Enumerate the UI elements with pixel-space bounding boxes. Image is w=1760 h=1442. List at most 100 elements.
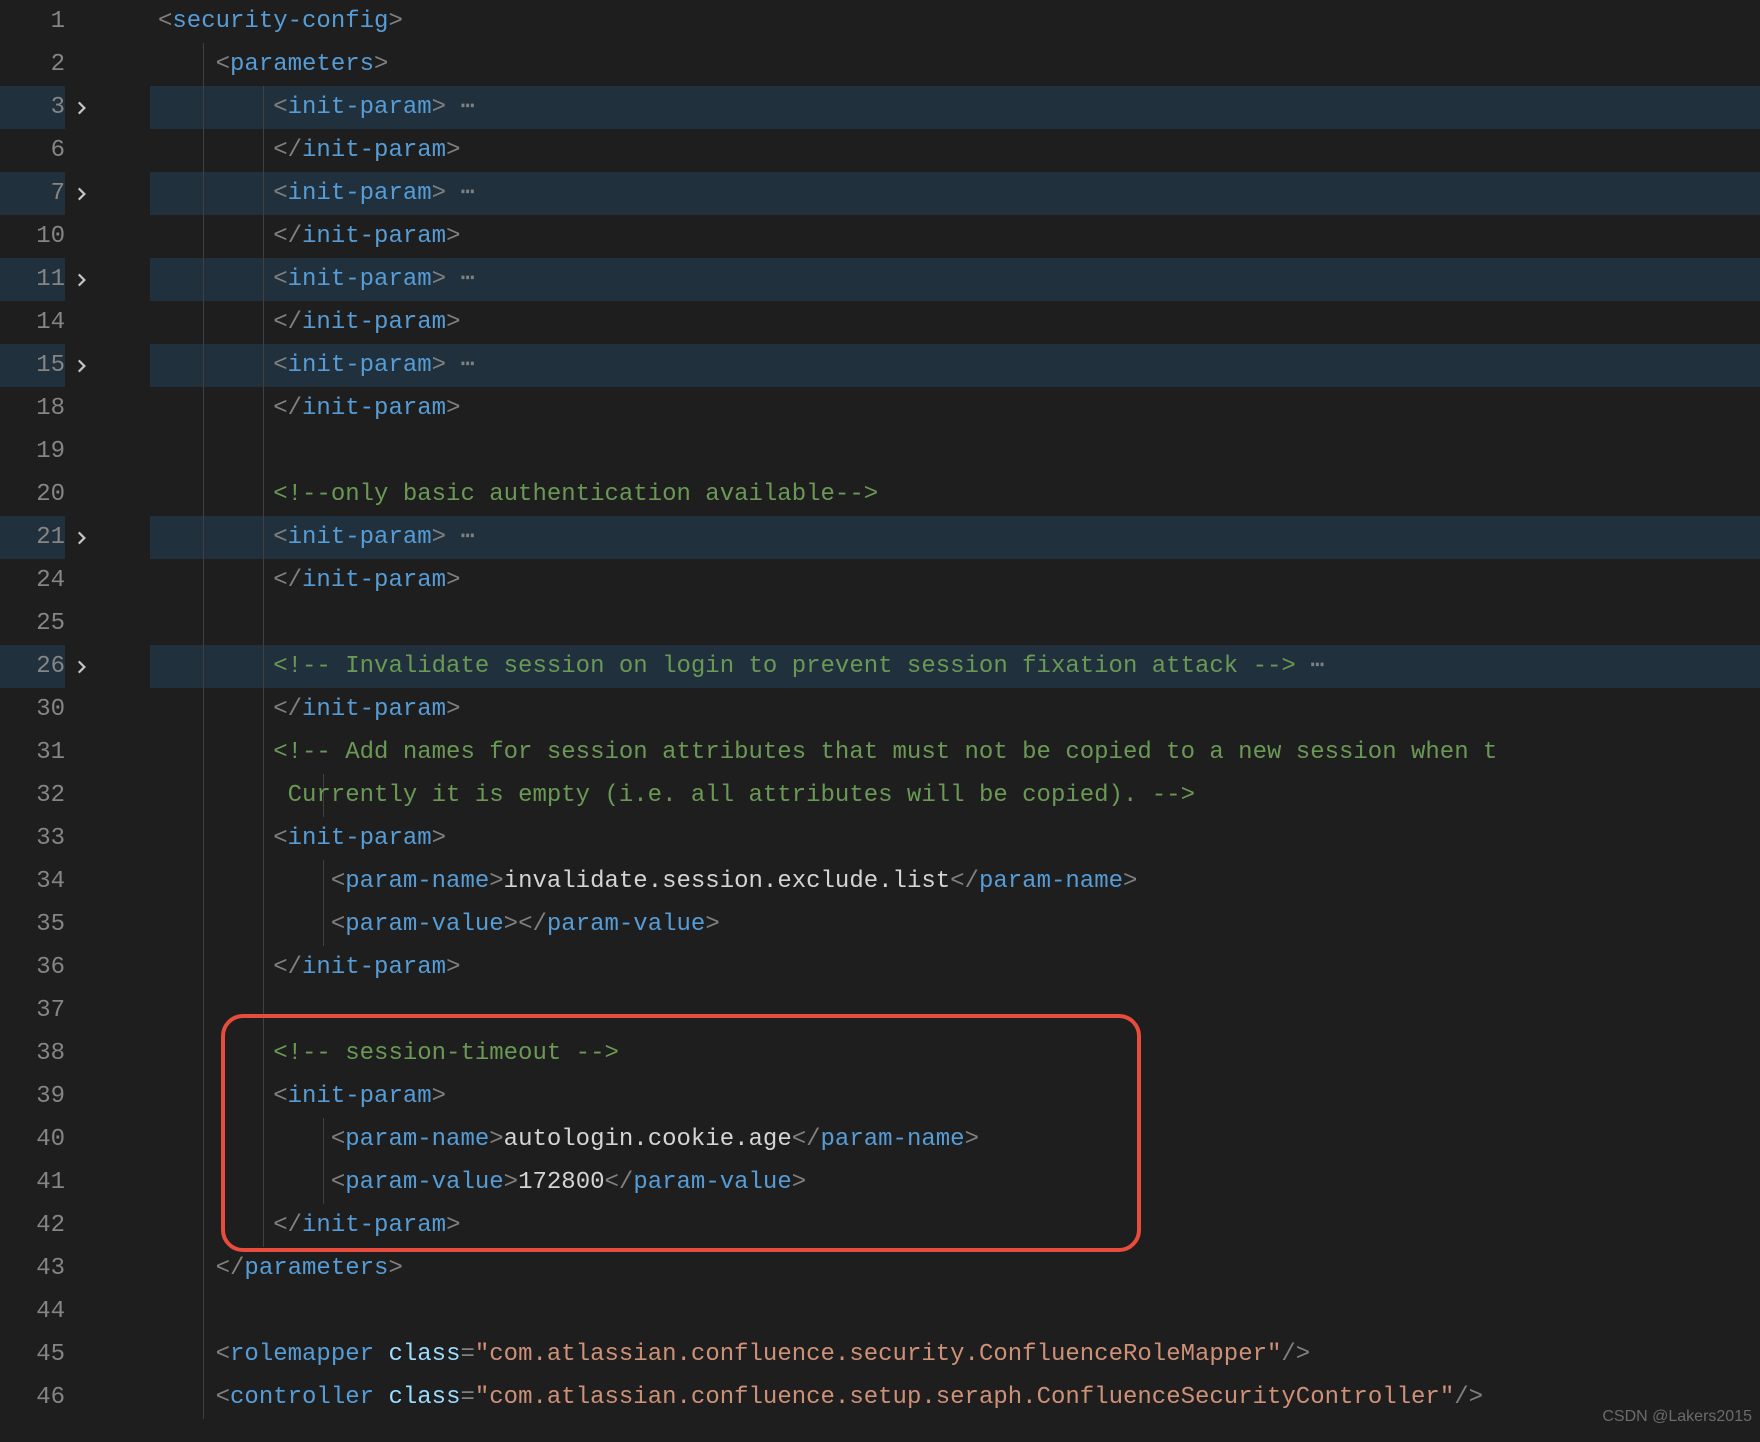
code-line[interactable]: <init-param> ⋯ [150, 172, 1760, 215]
token-text [158, 94, 273, 121]
code-line[interactable]: </init-param> [150, 946, 1760, 989]
fold-chevron-icon[interactable] [67, 516, 95, 559]
indent-guide [203, 989, 204, 1032]
code-line[interactable]: <init-param> [150, 817, 1760, 860]
gutter-row: 6 [0, 129, 65, 172]
token-tag: param-value [345, 911, 503, 938]
code-line[interactable]: <!--only basic authentication available-… [150, 473, 1760, 516]
gutter-row: 35 [0, 903, 65, 946]
code-line[interactable]: <param-name>autologin.cookie.age</param-… [150, 1118, 1760, 1161]
code-line[interactable] [150, 602, 1760, 645]
fold-chevron-icon[interactable] [67, 86, 95, 129]
code-line[interactable] [150, 989, 1760, 1032]
token-punct: < [273, 524, 287, 551]
code-line[interactable]: <security-config> [150, 0, 1760, 43]
gutter-row: 31 [0, 731, 65, 774]
line-content: <!-- session-timeout --> [158, 1040, 619, 1067]
gutter-row: 43 [0, 1247, 65, 1290]
token-punct: > [1123, 868, 1137, 895]
gutter-row: 41 [0, 1161, 65, 1204]
token-string: "com.atlassian.confluence.security.Confl… [475, 1341, 1282, 1368]
code-line[interactable]: </parameters> [150, 1247, 1760, 1290]
token-tag: init-param [302, 567, 446, 594]
code-line[interactable]: <!-- Add names for session attributes th… [150, 731, 1760, 774]
code-line[interactable]: </init-param> [150, 387, 1760, 430]
line-number: 14 [25, 301, 65, 344]
line-number: 35 [25, 903, 65, 946]
line-content: <param-name>invalidate.session.exclude.l… [158, 868, 1137, 895]
token-tag: security-config [172, 8, 388, 35]
code-line[interactable]: <init-param> ⋯ [150, 258, 1760, 301]
code-line[interactable]: <init-param> ⋯ [150, 86, 1760, 129]
code-line[interactable]: <!-- Invalidate session on login to prev… [150, 645, 1760, 688]
token-tag: param-value [633, 1169, 791, 1196]
line-number: 42 [25, 1204, 65, 1247]
line-number: 33 [25, 817, 65, 860]
code-line[interactable]: </init-param> [150, 1204, 1760, 1247]
line-number: 20 [25, 473, 65, 516]
line-content: <param-value>172800</param-value> [158, 1169, 806, 1196]
code-line[interactable]: <param-value>172800</param-value> [150, 1161, 1760, 1204]
indent-guide [203, 1290, 204, 1333]
fold-chevron-icon[interactable] [67, 344, 95, 387]
token-tag: param-name [345, 868, 489, 895]
line-number: 2 [25, 43, 65, 86]
line-number: 46 [25, 1376, 65, 1419]
token-punct: > [446, 309, 460, 336]
token-punct: > [504, 1169, 518, 1196]
token-punct: > [489, 1126, 503, 1153]
line-number: 36 [25, 946, 65, 989]
code-line[interactable] [150, 430, 1760, 473]
line-number: 6 [25, 129, 65, 172]
code-line[interactable]: <!-- session-timeout --> [150, 1032, 1760, 1075]
code-line[interactable]: <controller class="com.atlassian.conflue… [150, 1376, 1760, 1419]
token-punct: > [446, 1212, 460, 1239]
code-line[interactable]: <parameters> [150, 43, 1760, 86]
token-text [158, 1255, 216, 1282]
code-line[interactable]: <param-name>invalidate.session.exclude.l… [150, 860, 1760, 903]
token-text [158, 1126, 331, 1153]
token-text [158, 51, 216, 78]
token-punct: > [446, 395, 460, 422]
token-text [158, 481, 273, 508]
code-line[interactable]: Currently it is empty (i.e. all attribut… [150, 774, 1760, 817]
code-line[interactable]: </init-param> [150, 559, 1760, 602]
code-line[interactable]: </init-param> [150, 215, 1760, 258]
line-number: 15 [25, 344, 65, 387]
line-content: <!--only basic authentication available-… [158, 481, 878, 508]
line-number-gutter: 1236710111415181920212425263031323334353… [0, 0, 105, 1442]
code-line[interactable] [150, 1290, 1760, 1333]
fold-chevron-icon[interactable] [67, 645, 95, 688]
token-text [158, 653, 273, 680]
token-text [158, 739, 273, 766]
gutter-row: 15 [0, 344, 65, 387]
gutter-row: 1 [0, 0, 65, 43]
token-punct: </ [273, 1212, 302, 1239]
line-number: 37 [25, 989, 65, 1032]
code-area[interactable]: <security-config> <parameters> <init-par… [105, 0, 1760, 1442]
token-text [158, 868, 331, 895]
token-punct: > [489, 868, 503, 895]
code-line[interactable]: </init-param> [150, 301, 1760, 344]
token-attr: class [388, 1341, 460, 1368]
code-line[interactable]: <rolemapper class="com.atlassian.conflue… [150, 1333, 1760, 1376]
code-line[interactable]: <init-param> ⋯ [150, 344, 1760, 387]
line-content: </init-param> [158, 1212, 460, 1239]
code-line[interactable]: </init-param> [150, 129, 1760, 172]
code-line[interactable]: <param-value></param-value> [150, 903, 1760, 946]
code-line[interactable]: <init-param> ⋯ [150, 516, 1760, 559]
code-line[interactable]: </init-param> [150, 688, 1760, 731]
code-editor[interactable]: 1236710111415181920212425263031323334353… [0, 0, 1760, 1442]
fold-chevron-icon[interactable] [67, 258, 95, 301]
token-text [158, 1040, 273, 1067]
token-tag: init-param [302, 137, 446, 164]
fold-chevron-icon[interactable] [67, 172, 95, 215]
gutter-row: 30 [0, 688, 65, 731]
line-number: 45 [25, 1333, 65, 1376]
token-punct: > [432, 180, 446, 207]
code-line[interactable]: <init-param> [150, 1075, 1760, 1118]
token-tag: init-param [302, 309, 446, 336]
line-content: </init-param> [158, 137, 460, 164]
gutter-row: 19 [0, 430, 65, 473]
line-number: 25 [25, 602, 65, 645]
